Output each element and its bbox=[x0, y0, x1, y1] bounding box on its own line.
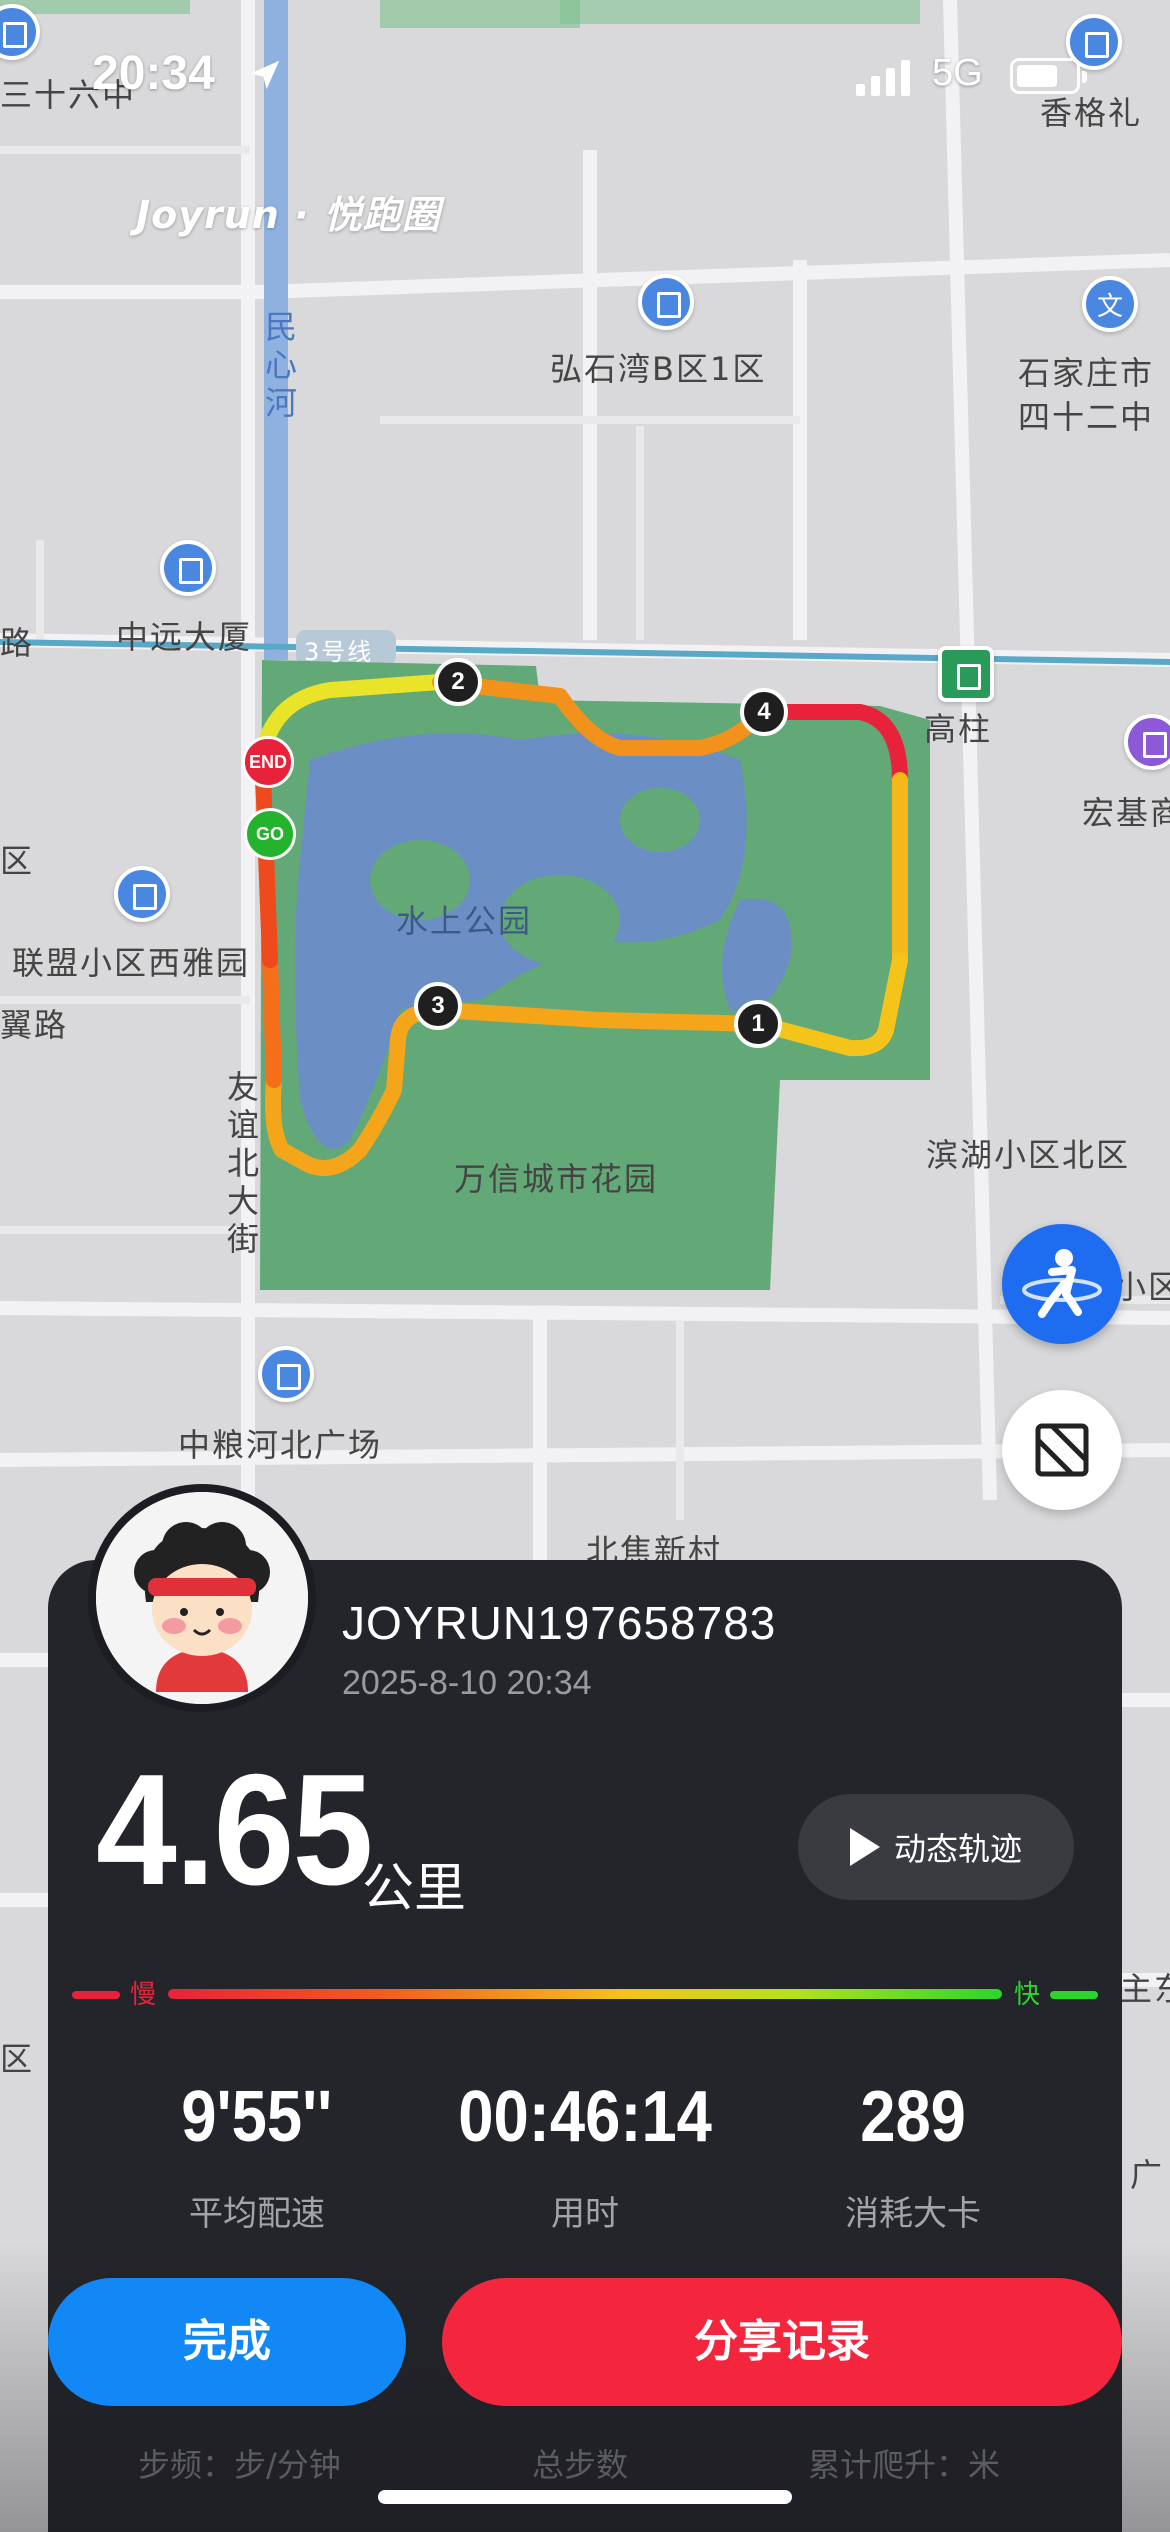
building-icon[interactable] bbox=[258, 1346, 314, 1402]
stat-label: 用时 bbox=[551, 2194, 619, 2234]
done-button[interactable]: 完成 bbox=[48, 2278, 406, 2406]
map-label: 友谊北大街 bbox=[222, 1070, 260, 1260]
pace-legend: 慢 快 bbox=[72, 1974, 1098, 2014]
building-icon[interactable] bbox=[114, 866, 170, 922]
km-marker-3[interactable]: 3 bbox=[414, 982, 462, 1030]
avatar-image bbox=[96, 1492, 308, 1704]
stat-value: 00:46:14 bbox=[458, 2077, 712, 2157]
map-label: 翼路 bbox=[0, 1006, 69, 1044]
map-label: 滨湖小区北区 bbox=[926, 1136, 1131, 1174]
location-arrow-icon bbox=[250, 60, 280, 90]
stat-label: 消耗大卡 bbox=[845, 2194, 981, 2234]
metro-icon[interactable] bbox=[938, 646, 994, 702]
status-time: 20:34 bbox=[92, 47, 215, 100]
map-label: 四十二中 bbox=[1018, 398, 1155, 436]
map-label: 联盟小区西雅园 bbox=[12, 944, 251, 982]
map-layer-button[interactable] bbox=[1002, 1390, 1122, 1510]
km-marker-4[interactable]: 4 bbox=[740, 688, 788, 736]
avatar[interactable] bbox=[88, 1484, 316, 1712]
map-label: 中粮河北广场 bbox=[178, 1426, 383, 1464]
network-type: 5G bbox=[932, 52, 983, 94]
map-label: 宏基商 bbox=[1082, 794, 1170, 832]
map-label: 中远大厦 bbox=[116, 618, 253, 656]
stat-avg-pace: 9'55'' 平均配速 bbox=[92, 2076, 422, 2235]
stat-calories: 289 消耗大卡 bbox=[748, 2076, 1078, 2235]
pace-slow-label: 慢 bbox=[130, 1980, 157, 2010]
pace-fast-swatch bbox=[1050, 1991, 1098, 1999]
home-indicator[interactable] bbox=[378, 2490, 792, 2504]
map-label: 石家庄市 bbox=[1018, 354, 1155, 392]
start-marker[interactable]: GO bbox=[244, 808, 296, 860]
distance-unit: 公里 bbox=[362, 1859, 467, 1919]
map-label: 区 bbox=[0, 2040, 35, 2078]
battery-icon bbox=[1010, 58, 1087, 94]
map-label: 万信城市花园 bbox=[454, 1160, 659, 1198]
map-label: 小区 bbox=[1114, 1268, 1170, 1306]
pace-gradient-bar bbox=[168, 1989, 1002, 1999]
stat-value: 289 bbox=[860, 2077, 966, 2157]
elevation-gain-label: 累计爬升：米 bbox=[808, 2446, 1001, 2484]
map-label: 主东 bbox=[1120, 1970, 1170, 2008]
building-icon[interactable] bbox=[638, 274, 694, 330]
share-record-button[interactable]: 分享记录 bbox=[442, 2278, 1122, 2406]
metro-line-label: 3号线 bbox=[304, 638, 374, 666]
map-label: 区 bbox=[0, 842, 35, 880]
map-label-river: 民心河 bbox=[260, 310, 298, 424]
pace-fast-label: 快 bbox=[1013, 1980, 1040, 2010]
map-label: 弘石湾B区1区 bbox=[550, 350, 767, 388]
signal-icon bbox=[856, 60, 910, 96]
building-icon[interactable] bbox=[160, 540, 216, 596]
status-bar: 20:34 5G bbox=[0, 0, 1170, 150]
runner-mode-button[interactable] bbox=[1002, 1224, 1122, 1344]
play-icon bbox=[849, 1828, 880, 1866]
route-replay-label: 动态轨迹 bbox=[893, 1830, 1022, 1868]
map-label: 路 bbox=[0, 624, 35, 662]
username: JOYRUN197658783 bbox=[342, 1597, 777, 1649]
end-marker[interactable]: END bbox=[242, 736, 294, 788]
km-marker-1[interactable]: 1 bbox=[734, 1000, 782, 1048]
map-label: 高柱 bbox=[924, 710, 993, 748]
layer-icon bbox=[1035, 1423, 1089, 1477]
map-label: 广 bbox=[1130, 2156, 1165, 2194]
app-watermark: Joyrun · 悦跑圈 bbox=[136, 193, 441, 237]
stat-label: 平均配速 bbox=[189, 2194, 325, 2234]
route-replay-button[interactable]: 动态轨迹 bbox=[798, 1794, 1074, 1900]
school-icon[interactable] bbox=[1082, 276, 1138, 332]
stat-value: 9'55'' bbox=[181, 2077, 333, 2157]
cadence-label: 步频：步/分钟 bbox=[138, 2446, 341, 2484]
pace-slow-swatch bbox=[72, 1991, 120, 1999]
total-steps-label: 总步数 bbox=[532, 2446, 629, 2484]
distance-value: 4.65 bbox=[96, 1742, 373, 1918]
map-label-park: 水上公园 bbox=[396, 902, 533, 940]
runner-icon bbox=[1022, 1249, 1102, 1318]
km-marker-2[interactable]: 2 bbox=[434, 658, 482, 706]
stat-duration: 00:46:14 用时 bbox=[420, 2076, 750, 2235]
run-datetime: 2025-8-10 20:34 bbox=[342, 1664, 592, 1702]
